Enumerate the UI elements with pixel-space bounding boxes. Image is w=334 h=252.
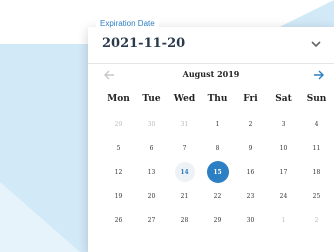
calendar-day-number: 17 bbox=[279, 168, 288, 176]
calendar-day-number: 15 bbox=[213, 168, 222, 176]
calendar-day[interactable]: 30 bbox=[234, 208, 267, 232]
calendar-day-number: 24 bbox=[279, 192, 288, 200]
weekday-label: Mon bbox=[107, 94, 130, 104]
calendar-day-number: 7 bbox=[182, 144, 187, 152]
calendar-day[interactable]: 25 bbox=[300, 184, 333, 208]
calendar-day-number: 30 bbox=[246, 216, 255, 224]
calendar-day[interactable]: 18 bbox=[300, 160, 333, 184]
calendar-day-number: 2 bbox=[314, 216, 319, 224]
calendar-day-number: 10 bbox=[279, 144, 288, 152]
calendar-day-number: 22 bbox=[213, 192, 222, 200]
weekday-label: Thu bbox=[207, 94, 228, 104]
calendar-day[interactable]: 22 bbox=[201, 184, 234, 208]
calendar-day-number: 11 bbox=[312, 144, 321, 152]
calendar-day-outside-month[interactable]: 31 bbox=[168, 112, 201, 136]
calendar-day[interactable]: 26 bbox=[102, 208, 135, 232]
calendar-header: August 2019 bbox=[88, 66, 334, 86]
calendar-day-number: 25 bbox=[312, 192, 321, 200]
calendar-day-number: 21 bbox=[180, 192, 189, 200]
weekday-label: Wed bbox=[173, 94, 196, 104]
calendar-day[interactable]: 17 bbox=[267, 160, 300, 184]
calendar-day-number: 5 bbox=[116, 144, 121, 152]
chevron-down-icon[interactable] bbox=[310, 39, 322, 49]
calendar-day-number: 18 bbox=[312, 168, 321, 176]
calendar-day-outside-month[interactable]: 29 bbox=[102, 112, 135, 136]
calendar-day-number: 19 bbox=[114, 192, 123, 200]
weekday-label: Sat bbox=[275, 94, 292, 104]
weekday-header-row: Mon Tue Wed Thu Fri Sat Sun bbox=[102, 94, 334, 104]
calendar-day-number: 30 bbox=[147, 120, 156, 128]
calendar-day[interactable]: 28 bbox=[168, 208, 201, 232]
calendar-day[interactable]: 24 bbox=[267, 184, 300, 208]
expiration-date-field[interactable]: Expiration Date 2021-11-20 bbox=[88, 19, 334, 64]
calendar-day[interactable]: 10 bbox=[267, 136, 300, 160]
calendar-day-outside-month[interactable]: 2 bbox=[300, 208, 333, 232]
calendar-day[interactable]: 4 bbox=[300, 112, 333, 136]
calendar-day-number: 6 bbox=[149, 144, 154, 152]
calendar-day-selected[interactable]: 15 bbox=[201, 160, 234, 184]
calendar-day-today[interactable]: 14 bbox=[168, 160, 201, 184]
calendar-day[interactable]: 6 bbox=[135, 136, 168, 160]
calendar-day-outside-month[interactable]: 1 bbox=[267, 208, 300, 232]
calendar-day[interactable]: 29 bbox=[201, 208, 234, 232]
calendar: August 2019 Mon Tue Wed Thu Fri Sat Sun 29 30 31… bbox=[88, 66, 334, 252]
calendar-day[interactable]: 1 bbox=[201, 112, 234, 136]
expiration-date-value[interactable]: 2021-11-20 bbox=[102, 36, 185, 51]
calendar-day-number: 12 bbox=[114, 168, 123, 176]
calendar-day[interactable]: 20 bbox=[135, 184, 168, 208]
calendar-day-number: 23 bbox=[246, 192, 255, 200]
calendar-day-grid: 29 30 31 1 2 3 4 5 6 7 8 9 10 11 12 13 14 15 16 17 18 19 20 21 2… bbox=[102, 112, 334, 232]
calendar-day-number: 14 bbox=[180, 168, 189, 176]
calendar-day-number: 3 bbox=[281, 120, 286, 128]
calendar-day[interactable]: 16 bbox=[234, 160, 267, 184]
calendar-day-number: 20 bbox=[147, 192, 156, 200]
calendar-day[interactable]: 7 bbox=[168, 136, 201, 160]
expiration-date-label: Expiration Date bbox=[96, 19, 159, 28]
calendar-day[interactable]: 27 bbox=[135, 208, 168, 232]
calendar-day[interactable]: 11 bbox=[300, 136, 333, 160]
calendar-day-number: 28 bbox=[180, 216, 189, 224]
calendar-day-number: 27 bbox=[147, 216, 156, 224]
calendar-day-number: 2 bbox=[248, 120, 253, 128]
calendar-day-number: 31 bbox=[180, 120, 189, 128]
calendar-day-number: 4 bbox=[314, 120, 319, 128]
calendar-day[interactable]: 5 bbox=[102, 136, 135, 160]
calendar-day[interactable]: 8 bbox=[201, 136, 234, 160]
weekday-label: Sun bbox=[306, 94, 327, 104]
calendar-day-number: 29 bbox=[114, 120, 123, 128]
calendar-day-number: 16 bbox=[246, 168, 255, 176]
calendar-day[interactable]: 12 bbox=[102, 160, 135, 184]
calendar-day-number: 9 bbox=[248, 144, 253, 152]
calendar-day-number: 29 bbox=[213, 216, 222, 224]
calendar-day-number: 26 bbox=[114, 216, 123, 224]
calendar-day[interactable]: 2 bbox=[234, 112, 267, 136]
calendar-month-title: August 2019 bbox=[182, 69, 240, 79]
calendar-day-number: 1 bbox=[281, 216, 286, 224]
calendar-day[interactable]: 13 bbox=[135, 160, 168, 184]
calendar-day[interactable]: 3 bbox=[267, 112, 300, 136]
calendar-day-outside-month[interactable]: 30 bbox=[135, 112, 168, 136]
calendar-day[interactable]: 23 bbox=[234, 184, 267, 208]
weekday-label: Tue bbox=[142, 94, 161, 104]
weekday-label: Fri bbox=[243, 94, 258, 104]
calendar-day[interactable]: 9 bbox=[234, 136, 267, 160]
calendar-day[interactable]: 19 bbox=[102, 184, 135, 208]
calendar-day[interactable]: 21 bbox=[168, 184, 201, 208]
calendar-day-number: 8 bbox=[215, 144, 220, 152]
arrow-right-icon[interactable] bbox=[312, 68, 326, 82]
calendar-day-number: 13 bbox=[147, 168, 156, 176]
calendar-day-number: 1 bbox=[215, 120, 220, 128]
